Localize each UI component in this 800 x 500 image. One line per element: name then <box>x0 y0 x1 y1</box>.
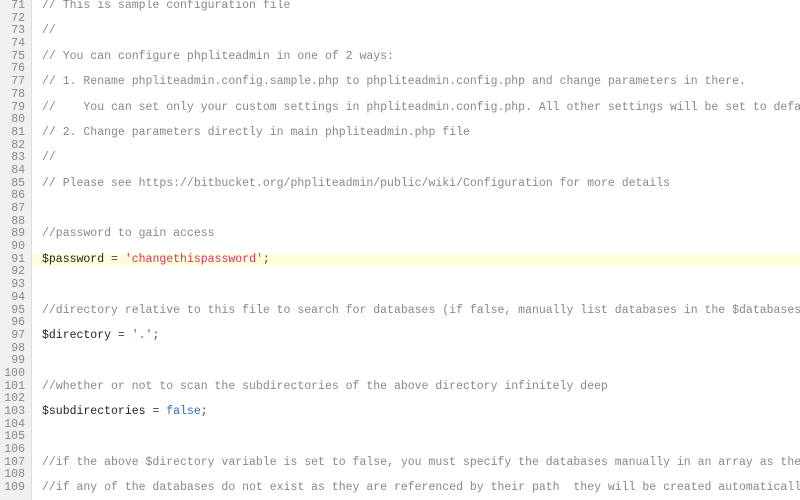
line-number: 96 <box>4 317 25 330</box>
comment-text: // This is sample configuration file <box>42 0 290 12</box>
comment-text: // 1. Rename phpliteadmin.config.sample.… <box>42 75 746 88</box>
comment-text: //password to gain access <box>42 227 215 240</box>
line-number: 80 <box>4 114 25 127</box>
code-line <box>42 279 800 292</box>
code-line: // <box>42 152 800 165</box>
code-line <box>42 190 800 203</box>
comment-text: // 2. Change parameters directly in main… <box>42 126 470 139</box>
code-line <box>42 419 800 432</box>
comment-text: //if any of the databases do not exist a… <box>42 481 800 494</box>
comment-text: // You can configure phpliteadmin in one… <box>42 50 394 63</box>
code-line: // Please see https://bitbucket.org/phpl… <box>42 178 800 191</box>
code-line: // This is sample configuration file <box>42 0 800 13</box>
line-number: 87 <box>4 203 25 216</box>
keyword-token: false <box>166 405 201 418</box>
line-number: 74 <box>4 38 25 51</box>
code-line: // 2. Change parameters directly in main… <box>42 127 800 140</box>
code-line: $directory = '.'; <box>42 330 800 343</box>
code-line <box>42 140 800 153</box>
line-number: 90 <box>4 241 25 254</box>
line-number: 94 <box>4 292 25 305</box>
line-number: 109 <box>4 482 25 495</box>
code-line <box>42 13 800 26</box>
code-line: // <box>42 25 800 38</box>
comment-text: // <box>42 24 56 37</box>
code-line: // 1. Rename phpliteadmin.config.sample.… <box>42 76 800 89</box>
code-line: // You can configure phpliteadmin in one… <box>42 51 800 64</box>
code-line <box>42 266 800 279</box>
variable-token: $subdirectories <box>42 405 146 418</box>
comment-text: //whether or not to scan the subdirector… <box>42 380 608 393</box>
string-token: 'changethispassword' <box>125 253 263 266</box>
line-number-gutter: 7172737475767778798081828384858687888990… <box>0 0 32 500</box>
code-line <box>42 203 800 216</box>
line-number: 78 <box>4 89 25 102</box>
comment-text: // <box>42 151 56 164</box>
variable-token: $directory <box>42 329 111 342</box>
code-line <box>42 317 800 330</box>
line-number: 106 <box>4 444 25 457</box>
code-line: //whether or not to scan the subdirector… <box>42 381 800 394</box>
line-number: 77 <box>4 76 25 89</box>
code-line: // You can set only your custom settings… <box>42 102 800 115</box>
comment-text: //if the above $directory variable is se… <box>42 456 800 469</box>
line-number: 93 <box>4 279 25 292</box>
line-number: 97 <box>4 330 25 343</box>
line-number: 84 <box>4 165 25 178</box>
code-line: //if any of the databases do not exist a… <box>42 482 800 495</box>
code-line: $subdirectories = false; <box>42 406 800 419</box>
code-line: //if the above $directory variable is se… <box>42 457 800 470</box>
comment-text: //directory relative to this file to sea… <box>42 304 800 317</box>
string-token: '.' <box>132 329 153 342</box>
code-line <box>42 343 800 356</box>
comment-text: // Please see https://bitbucket.org/phpl… <box>42 177 670 190</box>
code-editor-content: // This is sample configuration file // //… <box>32 0 800 500</box>
comment-text: // You can set only your custom settings… <box>42 101 800 114</box>
code-line <box>42 355 800 368</box>
line-number: 100 <box>4 368 25 381</box>
line-number: 71 <box>4 0 25 13</box>
line-number: 81 <box>4 127 25 140</box>
code-line: //password to gain access <box>42 228 800 241</box>
line-number: 103 <box>4 406 25 419</box>
code-line: $password = 'changethispassword'; <box>32 254 800 267</box>
code-line: //directory relative to this file to sea… <box>42 305 800 318</box>
code-line <box>42 431 800 444</box>
variable-token: $password <box>42 253 104 266</box>
